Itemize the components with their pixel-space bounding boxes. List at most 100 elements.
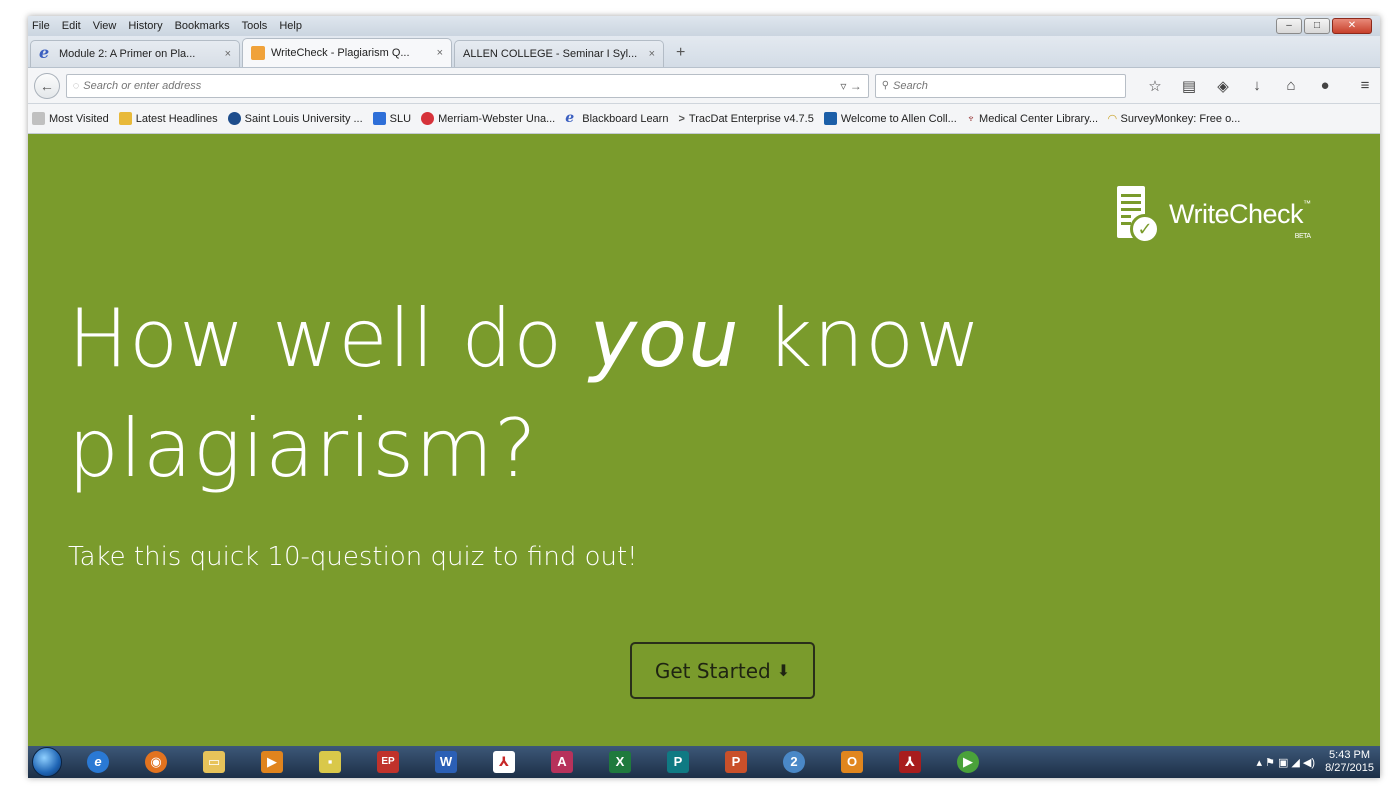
taskbar-publisher[interactable]: P bbox=[656, 747, 700, 777]
caduceus-icon: ♆ bbox=[966, 112, 976, 125]
tracdat-icon: > bbox=[678, 112, 685, 125]
taskbar-outlook[interactable]: O bbox=[830, 747, 874, 777]
page-headline: How well do you know plagiarism? bbox=[68, 292, 982, 495]
tab-bar: e Module 2: A Primer on Pla... × WriteCh… bbox=[28, 36, 1380, 68]
windows-taskbar: e ◉ ▭ ▶ ▪ EP W ⅄ A X P P 2 O ⅄ ▶ ▴ ⚑ ▣ ◢… bbox=[28, 746, 1380, 778]
back-button[interactable]: ← bbox=[34, 72, 60, 99]
bookmark-saint-louis-university[interactable]: Saint Louis University ... bbox=[227, 112, 363, 125]
lync-icon: 2 bbox=[783, 751, 805, 773]
powerpoint-icon: P bbox=[725, 751, 747, 773]
new-tab-button[interactable]: + bbox=[666, 41, 695, 67]
outlook-icon: O bbox=[841, 751, 863, 773]
tab-label: Module 2: A Primer on Pla... bbox=[59, 48, 196, 60]
menu-bar: File Edit View History Bookmarks Tools H… bbox=[28, 16, 1380, 36]
tab-close-icon[interactable]: × bbox=[225, 48, 231, 60]
bookmark-latest-headlines[interactable]: Latest Headlines bbox=[118, 112, 218, 125]
menu-tools[interactable]: Tools bbox=[242, 20, 268, 32]
menu-edit[interactable]: Edit bbox=[62, 20, 81, 32]
bookmark-merriam-webster[interactable]: Merriam-Webster Una... bbox=[421, 112, 555, 125]
bookmarks-bar: Most Visited Latest Headlines Saint Loui… bbox=[28, 104, 1380, 134]
word-icon: W bbox=[435, 751, 457, 773]
bookmark-star-icon[interactable]: ☆ bbox=[1146, 77, 1164, 95]
taskbar-lync[interactable]: 2 bbox=[772, 747, 816, 777]
taskbar-acrobat[interactable]: ⅄ bbox=[482, 747, 526, 777]
ie-icon: e bbox=[565, 110, 575, 126]
search-input[interactable] bbox=[893, 79, 1119, 92]
system-tray: ▴ ⚑ ▣ ◢ ◀) 5:43 PM 8/27/2015 bbox=[1256, 746, 1374, 778]
rss-folder-icon bbox=[118, 112, 132, 125]
tray-icons[interactable]: ▴ ⚑ ▣ ◢ ◀) bbox=[1256, 756, 1315, 769]
minimize-button[interactable]: – bbox=[1276, 18, 1302, 34]
url-input[interactable] bbox=[83, 79, 837, 92]
taskbar-sticky-notes[interactable]: ▪ bbox=[308, 747, 352, 777]
logo-text: WriteCheck™ BETA bbox=[1169, 198, 1311, 240]
taskbar-media-player[interactable]: ▶ bbox=[250, 747, 294, 777]
menu-help[interactable]: Help bbox=[279, 20, 302, 32]
bookmark-label: TracDat Enterprise v4.7.5 bbox=[688, 112, 814, 125]
tab-close-icon[interactable]: × bbox=[649, 48, 655, 60]
taskbar-ie[interactable]: e bbox=[76, 747, 120, 777]
bookmark-slu[interactable]: SLU bbox=[372, 112, 412, 125]
bookmark-label: Blackboard Learn bbox=[582, 112, 669, 125]
navigation-bar: ← ◌ ▿ → ⚲ ☆ ▤ ◈ ↓ ⌂ ● ≡ bbox=[28, 68, 1380, 104]
bookmark-label: Welcome to Allen Coll... bbox=[840, 112, 957, 125]
access-icon: A bbox=[551, 751, 573, 773]
go-arrow-icon[interactable]: ▿ → bbox=[840, 79, 861, 93]
menu-history[interactable]: History bbox=[128, 20, 162, 32]
get-started-button[interactable]: Get Started ⬇ bbox=[630, 642, 815, 699]
hamburger-menu-icon[interactable]: ≡ bbox=[1356, 77, 1374, 94]
taskbar-adobe-reader[interactable]: ⅄ bbox=[888, 747, 932, 777]
window-controls: – □ ✕ bbox=[1276, 18, 1372, 34]
chat-icon[interactable]: ● bbox=[1316, 77, 1334, 94]
bookmark-label: Most Visited bbox=[49, 112, 109, 125]
menu-bookmarks[interactable]: Bookmarks bbox=[175, 20, 230, 32]
taskbar-access[interactable]: A bbox=[540, 747, 584, 777]
taskbar-excel[interactable]: X bbox=[598, 747, 642, 777]
bookmark-medical-center-library[interactable]: ♆ Medical Center Library... bbox=[967, 113, 1098, 125]
tab-writecheck[interactable]: WriteCheck - Plagiarism Q... × bbox=[242, 38, 452, 67]
pocket-icon[interactable]: ◈ bbox=[1214, 77, 1232, 95]
taskbar-file-explorer[interactable]: ▭ bbox=[192, 747, 236, 777]
toolbar-icons: ☆ ▤ ◈ ↓ ⌂ ● ≡ bbox=[1146, 77, 1374, 95]
taskbar-ep-app[interactable]: EP bbox=[366, 747, 410, 777]
firefox-icon: ◉ bbox=[145, 751, 167, 773]
document-check-icon: ✓ bbox=[1117, 186, 1160, 244]
menu-view[interactable]: View bbox=[93, 20, 117, 32]
bookmark-allen-college[interactable]: Welcome to Allen Coll... bbox=[823, 112, 957, 125]
url-bar[interactable]: ◌ ▿ → bbox=[65, 73, 869, 98]
writecheck-landing-page: ✓ WriteCheck™ BETA How well do you know p… bbox=[28, 134, 1380, 746]
writecheck-logo[interactable]: ✓ WriteCheck™ BETA bbox=[1117, 186, 1311, 244]
start-button[interactable] bbox=[32, 747, 62, 777]
reading-list-icon[interactable]: ▤ bbox=[1180, 77, 1198, 95]
taskbar-word[interactable]: W bbox=[424, 747, 468, 777]
tab-close-icon[interactable]: × bbox=[437, 47, 443, 59]
bookmark-label: SurveyMonkey: Free o... bbox=[1120, 112, 1241, 125]
folder-icon: ▭ bbox=[203, 751, 225, 773]
taskbar-camtasia[interactable]: ▶ bbox=[946, 747, 990, 777]
page-subtitle: Take this quick 10-question quiz to find… bbox=[68, 542, 638, 572]
bookmark-tracdat[interactable]: > TracDat Enterprise v4.7.5 bbox=[678, 113, 813, 125]
browser-window: File Edit View History Bookmarks Tools H… bbox=[28, 16, 1380, 778]
bookmark-most-visited[interactable]: Most Visited bbox=[32, 112, 109, 125]
bookmark-surveymonkey[interactable]: ◠ SurveyMonkey: Free o... bbox=[1108, 112, 1241, 126]
merriam-webster-icon bbox=[421, 112, 435, 125]
download-icon[interactable]: ↓ bbox=[1248, 77, 1266, 94]
menu-file[interactable]: File bbox=[32, 20, 50, 32]
taskbar-firefox[interactable]: ◉ bbox=[134, 747, 178, 777]
maximize-button[interactable]: □ bbox=[1304, 18, 1330, 34]
close-window-button[interactable]: ✕ bbox=[1332, 18, 1372, 34]
tab-allen-college[interactable]: ALLEN COLLEGE - Seminar I Syl... × bbox=[454, 40, 664, 67]
arrow-down-icon: ⬇ bbox=[776, 661, 791, 680]
clock[interactable]: 5:43 PM 8/27/2015 bbox=[1325, 749, 1374, 775]
tab-label: WriteCheck - Plagiarism Q... bbox=[271, 47, 410, 59]
beta-badge: BETA bbox=[1294, 232, 1311, 240]
bookmark-blackboard[interactable]: e Blackboard Learn bbox=[565, 110, 669, 126]
ep-app-icon: EP bbox=[377, 751, 399, 773]
home-icon[interactable]: ⌂ bbox=[1282, 77, 1300, 94]
taskbar-powerpoint[interactable]: P bbox=[714, 747, 758, 777]
bookmark-label: Saint Louis University ... bbox=[244, 112, 363, 125]
surveymonkey-icon: ◠ bbox=[1108, 113, 1117, 125]
tab-module-2[interactable]: e Module 2: A Primer on Pla... × bbox=[30, 40, 240, 67]
bookmark-label: SLU bbox=[389, 112, 412, 125]
search-bar[interactable]: ⚲ bbox=[874, 73, 1126, 98]
